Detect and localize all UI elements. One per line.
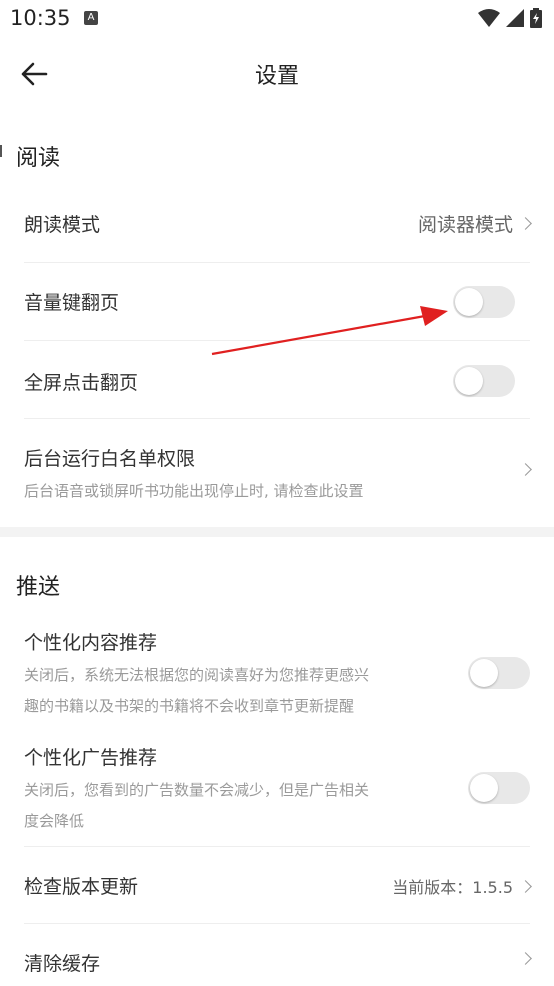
personalized-ads-desc-line2: 度会降低	[24, 812, 85, 830]
personalized-content-desc-line1: 关闭后，系统无法根据您的阅读喜好为您推荐更感兴	[24, 666, 370, 684]
status-bar: 10:35 A	[0, 0, 554, 38]
check-update-label: 检查版本更新	[24, 876, 139, 898]
notification-a-icon: A	[84, 11, 98, 25]
section-title-reading: 阅读	[16, 146, 61, 171]
fullscreen-tap-label: 全屏点击翻页	[24, 372, 139, 394]
volume-key-label: 音量键翻页	[24, 292, 120, 314]
clear-cache-chevron-wrap	[519, 952, 532, 965]
status-time: 10:35	[10, 6, 71, 30]
status-icons	[478, 8, 542, 28]
background-whitelist-chevron-wrap	[519, 463, 532, 476]
background-whitelist-label: 后台运行白名单权限	[24, 448, 196, 470]
page-title: 设置	[254, 64, 299, 89]
personalized-content-label: 个性化内容推荐	[24, 632, 158, 654]
clear-cache-label: 清除缓存	[24, 953, 101, 975]
personalized-ads-label: 个性化广告推荐	[24, 747, 158, 769]
background-whitelist-description: 后台语音或锁屏听书功能出现停止时, 请检查此设置	[24, 482, 364, 500]
read-mode-value-wrap: 阅读器模式	[417, 210, 532, 237]
row-clear-cache[interactable]: 清除缓存	[24, 924, 532, 986]
row-personalized-content: 个性化内容推荐 关闭后，系统无法根据您的阅读喜好为您推荐更感兴 趣的书籍以及书架…	[24, 620, 530, 730]
personalized-content-toggle[interactable]	[468, 657, 530, 689]
toggle-knob	[455, 288, 483, 316]
check-update-value-wrap: 当前版本：1.5.5	[392, 874, 532, 898]
personalized-content-desc-line2: 趣的书籍以及书架的书籍将不会收到章节更新提醒	[24, 697, 355, 715]
personalized-ads-toggle[interactable]	[468, 772, 530, 804]
read-mode-value: 阅读器模式	[417, 214, 513, 236]
check-update-version: 当前版本：1.5.5	[392, 878, 513, 897]
toggle-knob	[470, 774, 498, 802]
battery-icon	[530, 8, 542, 28]
edge-mark	[0, 145, 2, 157]
toggle-knob	[455, 367, 483, 395]
chevron-right-icon	[519, 879, 532, 893]
row-read-mode[interactable]: 朗读模式 阅读器模式	[24, 185, 532, 263]
fullscreen-tap-toggle[interactable]	[453, 365, 515, 397]
row-background-whitelist[interactable]: 后台运行白名单权限 后台语音或锁屏听书功能出现停止时, 请检查此设置	[24, 419, 532, 519]
chevron-right-icon	[519, 952, 532, 965]
section-title-push: 推送	[16, 575, 61, 600]
read-mode-label: 朗读模式	[24, 214, 101, 236]
chevron-right-icon	[519, 463, 532, 476]
personalized-ads-desc-line1: 关闭后，您看到的广告数量不会减少，但是广告相关	[24, 781, 370, 799]
row-personalized-ads: 个性化广告推荐 关闭后，您看到的广告数量不会减少，但是广告相关 度会降低	[24, 735, 530, 845]
section-separator	[0, 527, 554, 537]
signal-icon	[506, 9, 524, 27]
chevron-right-icon	[519, 217, 532, 230]
row-check-update[interactable]: 检查版本更新 当前版本：1.5.5	[24, 847, 532, 923]
app-bar: 设置	[0, 42, 554, 104]
toggle-knob	[470, 659, 498, 687]
wifi-icon	[478, 9, 500, 27]
volume-key-toggle[interactable]	[453, 286, 515, 318]
